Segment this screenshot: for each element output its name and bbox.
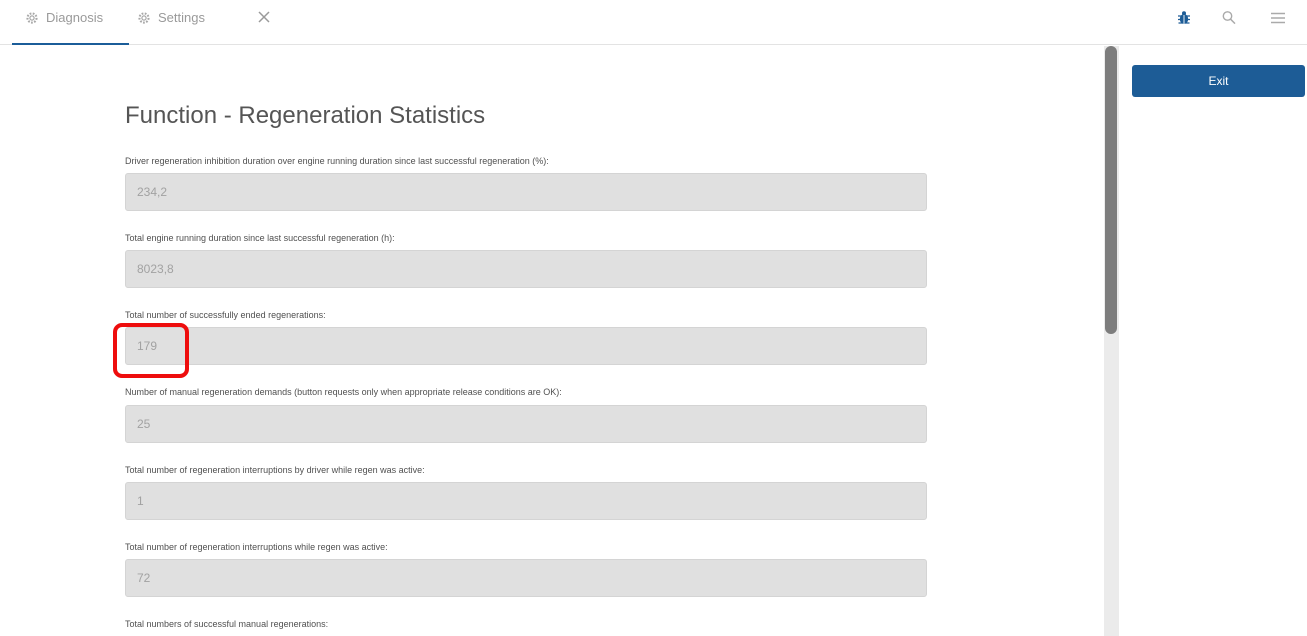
gear-icon xyxy=(138,12,150,24)
field-label-driver-interruptions: Total number of regeneration interruptio… xyxy=(125,465,425,475)
tab-settings[interactable]: Settings xyxy=(137,0,205,45)
search-icon[interactable] xyxy=(1222,10,1236,26)
highlight-annotation xyxy=(113,323,189,378)
top-tab-bar: Diagnosis Settings xyxy=(0,0,1307,45)
field-engine-running-duration: 8023,8 xyxy=(125,250,927,288)
tab-diagnosis[interactable]: Diagnosis xyxy=(12,0,129,45)
field-regen-interruptions: 72 xyxy=(125,559,927,597)
field-successful-regenerations: 179 xyxy=(125,327,927,365)
exit-button[interactable]: Exit xyxy=(1132,65,1305,97)
scrollbar-thumb[interactable] xyxy=(1105,46,1117,334)
tab-settings-label: Settings xyxy=(158,10,205,25)
field-label-regen-interruptions: Total number of regeneration interruptio… xyxy=(125,542,388,552)
close-icon[interactable] xyxy=(257,10,271,24)
field-label-inhibition-duration: Driver regeneration inhibition duration … xyxy=(125,156,549,166)
page-title: Function - Regeneration Statistics xyxy=(125,102,486,129)
field-inhibition-duration: 234,2 xyxy=(125,173,927,211)
field-label-manual-regenerations: Total numbers of successful manual regen… xyxy=(125,619,329,629)
field-label-engine-running-duration: Total engine running duration since last… xyxy=(125,233,395,243)
gear-icon xyxy=(26,12,38,24)
field-label-manual-demands: Number of manual regeneration demands (b… xyxy=(125,387,562,397)
field-driver-interruptions: 1 xyxy=(125,482,927,520)
tab-diagnosis-label: Diagnosis xyxy=(46,10,104,25)
field-label-successful-regenerations: Total number of successfully ended regen… xyxy=(125,310,326,320)
menu-icon[interactable] xyxy=(1270,10,1286,26)
field-manual-demands: 25 xyxy=(125,405,927,443)
bug-icon[interactable] xyxy=(1177,10,1191,26)
